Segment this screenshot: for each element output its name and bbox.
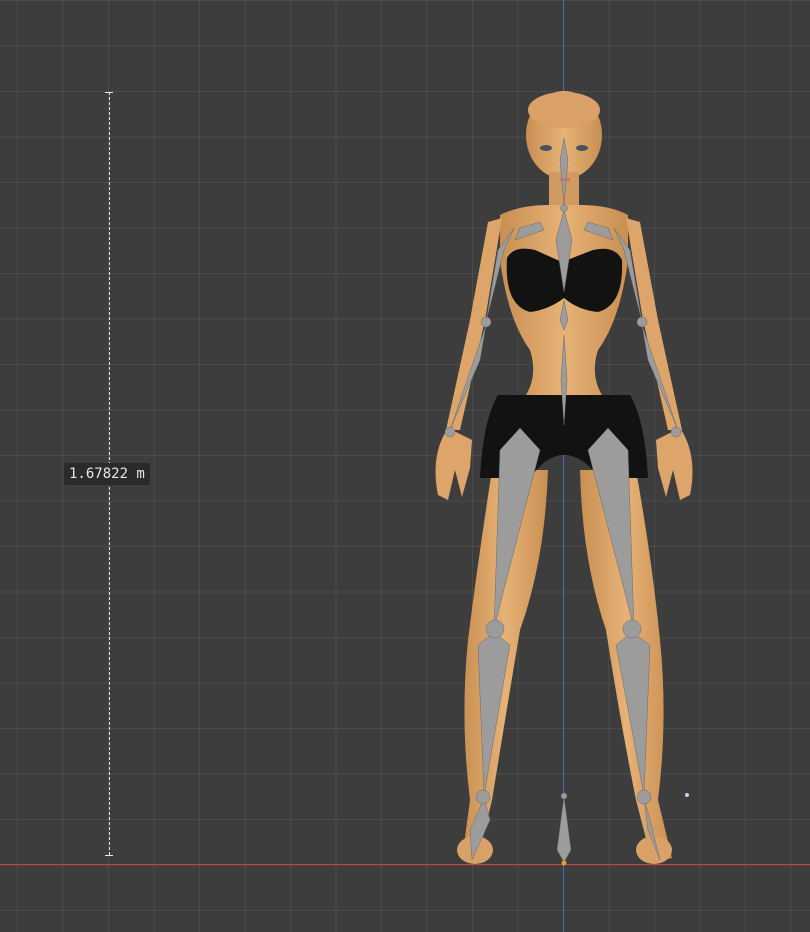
light-object-icon[interactable] <box>685 793 689 797</box>
character-model[interactable] <box>0 0 810 932</box>
3d-viewport[interactable]: 1.67822 m <box>0 0 810 932</box>
